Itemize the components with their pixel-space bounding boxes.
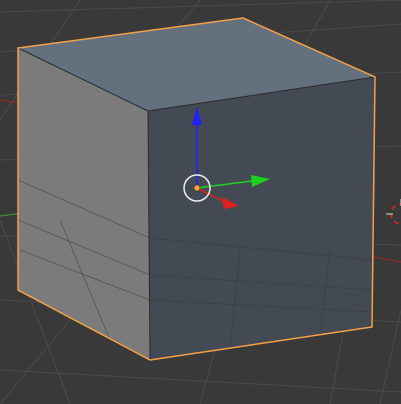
cube-right-face bbox=[148, 77, 375, 360]
3d-viewport[interactable] bbox=[0, 0, 401, 404]
object-origin-icon bbox=[193, 184, 201, 192]
